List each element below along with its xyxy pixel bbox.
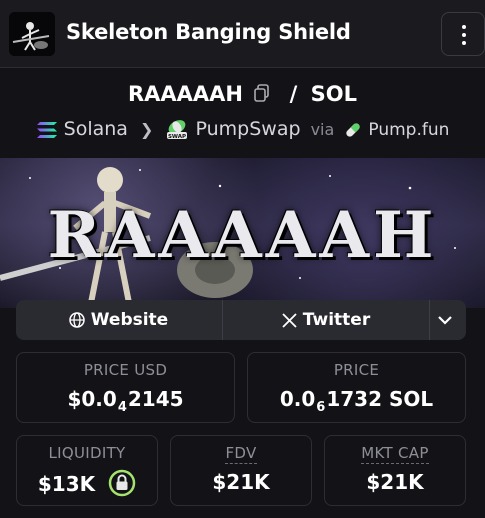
mkt-cap-label: MKT CAP bbox=[361, 444, 429, 464]
price-usd-card: PRICE USD $0.042145 bbox=[16, 352, 235, 423]
launchpad-link[interactable]: Pump.fun bbox=[368, 120, 449, 140]
price-native-value: 0.061732 SOL bbox=[279, 387, 434, 415]
solana-icon bbox=[36, 118, 64, 140]
chevron-right-icon: ❯ bbox=[139, 120, 154, 139]
price-native-label: PRICE bbox=[333, 361, 380, 379]
chevron-down-icon bbox=[438, 316, 452, 325]
liquidity-card: LIQUIDITY $13K bbox=[16, 435, 158, 506]
pumpswap-icon: SWAP bbox=[165, 118, 195, 140]
price-native-card: PRICE 0.061732 SOL bbox=[247, 352, 466, 423]
network-link[interactable]: Solana bbox=[64, 118, 128, 140]
fdv-value: $21K bbox=[212, 470, 270, 494]
chain-breadcrumb: Solana ❯ SWAP PumpSwap via Pump.fun bbox=[0, 118, 485, 141]
token-avatar bbox=[9, 12, 55, 56]
more-links-button[interactable] bbox=[430, 300, 466, 340]
copy-icon[interactable] bbox=[254, 83, 270, 107]
token-name: Skeleton Banging Shield bbox=[66, 20, 351, 44]
pill-icon bbox=[344, 118, 368, 140]
lock-icon[interactable] bbox=[108, 469, 136, 502]
quote-symbol: SOL bbox=[310, 82, 357, 106]
website-button[interactable]: Website bbox=[16, 300, 221, 340]
token-header: Skeleton Banging Shield bbox=[0, 0, 485, 68]
price-usd-label: PRICE USD bbox=[83, 361, 168, 379]
mkt-cap-value: $21K bbox=[366, 470, 424, 494]
twitter-label: Twitter bbox=[302, 310, 371, 330]
dots-vertical-icon bbox=[462, 25, 466, 29]
dex-link[interactable]: PumpSwap bbox=[195, 118, 300, 140]
fdv-label: FDV bbox=[225, 444, 257, 464]
x-logo-icon bbox=[282, 312, 297, 328]
base-symbol: RAAAAAH bbox=[128, 82, 244, 106]
social-links-bar: Website Twitter bbox=[16, 300, 466, 340]
pair-separator: / bbox=[289, 82, 298, 106]
liquidity-value: $13K bbox=[17, 469, 157, 502]
liquidity-label: LIQUIDITY bbox=[48, 444, 126, 462]
swap-badge-text: SWAP bbox=[168, 134, 186, 140]
token-banner-image: RAAAAAH bbox=[0, 158, 485, 308]
website-label: Website bbox=[90, 310, 169, 330]
banner-text: RAAAAAH bbox=[47, 198, 438, 273]
mkt-cap-card: MKT CAP $21K bbox=[324, 435, 466, 506]
globe-icon bbox=[69, 312, 85, 328]
pair-title: RAAAAAH / SOL bbox=[0, 82, 485, 107]
twitter-button[interactable]: Twitter bbox=[223, 300, 429, 340]
price-usd-value: $0.042145 bbox=[67, 387, 184, 415]
fdv-card: FDV $21K bbox=[170, 435, 312, 506]
via-label: via bbox=[310, 120, 335, 139]
more-menu-button[interactable] bbox=[441, 12, 485, 56]
